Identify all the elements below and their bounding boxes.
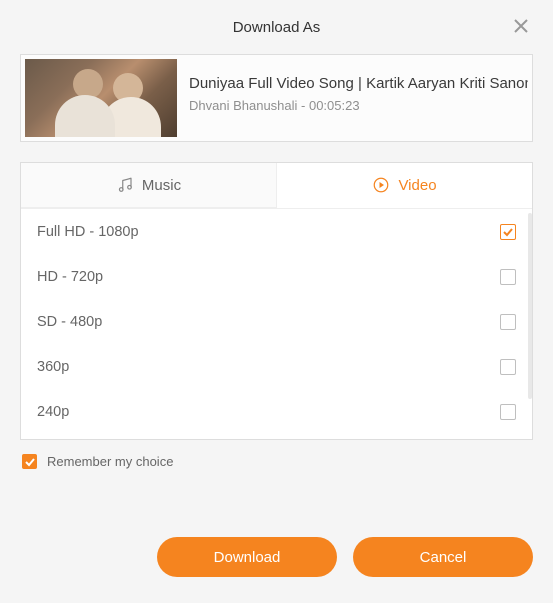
remember-choice[interactable]: Remember my choice xyxy=(20,454,533,469)
media-info: Duniyaa Full Video Song | Kartik Aaryan … xyxy=(189,59,528,113)
tab-music-label: Music xyxy=(142,177,181,194)
video-thumbnail xyxy=(25,59,177,137)
tab-music[interactable]: Music xyxy=(21,163,277,208)
video-icon xyxy=(372,176,390,194)
quality-options[interactable]: Full HD - 1080p HD - 720p SD - 480p 360p 240… xyxy=(21,209,532,439)
tabs: Music Video xyxy=(21,163,532,209)
quality-checkbox[interactable] xyxy=(500,269,516,285)
check-icon xyxy=(24,456,36,468)
tab-video[interactable]: Video xyxy=(277,163,532,208)
close-button[interactable] xyxy=(509,14,533,38)
quality-checkbox[interactable] xyxy=(500,359,516,375)
check-icon xyxy=(502,226,514,238)
quality-checkbox[interactable] xyxy=(500,224,516,240)
close-icon xyxy=(514,19,528,33)
media-title: Duniyaa Full Video Song | Kartik Aaryan … xyxy=(189,75,528,92)
dialog-header: Download As xyxy=(20,0,533,54)
quality-option[interactable]: SD - 480p xyxy=(21,299,532,344)
quality-label: HD - 720p xyxy=(37,269,103,285)
remember-label: Remember my choice xyxy=(47,454,173,469)
music-icon xyxy=(116,176,134,194)
quality-label: 240p xyxy=(37,404,69,420)
media-subtitle: Dhvani Bhanushali - 00:05:23 xyxy=(189,98,528,113)
cancel-button[interactable]: Cancel xyxy=(353,537,533,577)
dialog-footer: Download Cancel xyxy=(0,537,553,577)
quality-option[interactable]: 360p xyxy=(21,344,532,389)
download-as-dialog: Download As Duniyaa Full Video Song | Ka… xyxy=(0,0,553,603)
media-artist: Dhvani Bhanushali xyxy=(189,98,297,113)
quality-label: 360p xyxy=(37,359,69,375)
tab-video-label: Video xyxy=(398,177,436,194)
quality-checkbox[interactable] xyxy=(500,404,516,420)
remember-checkbox[interactable] xyxy=(22,454,37,469)
download-button[interactable]: Download xyxy=(157,537,337,577)
media-duration: 00:05:23 xyxy=(309,98,360,113)
media-card: Duniyaa Full Video Song | Kartik Aaryan … xyxy=(20,54,533,142)
format-panel: Music Video Full HD - 1080p HD - 720p SD -… xyxy=(20,162,533,440)
quality-checkbox[interactable] xyxy=(500,314,516,330)
quality-option[interactable]: 240p xyxy=(21,389,532,434)
quality-option[interactable]: Full HD - 1080p xyxy=(21,209,532,254)
quality-option[interactable]: HD - 720p xyxy=(21,254,532,299)
quality-label: SD - 480p xyxy=(37,314,102,330)
quality-label: Full HD - 1080p xyxy=(37,224,139,240)
dialog-title: Download As xyxy=(233,19,321,36)
